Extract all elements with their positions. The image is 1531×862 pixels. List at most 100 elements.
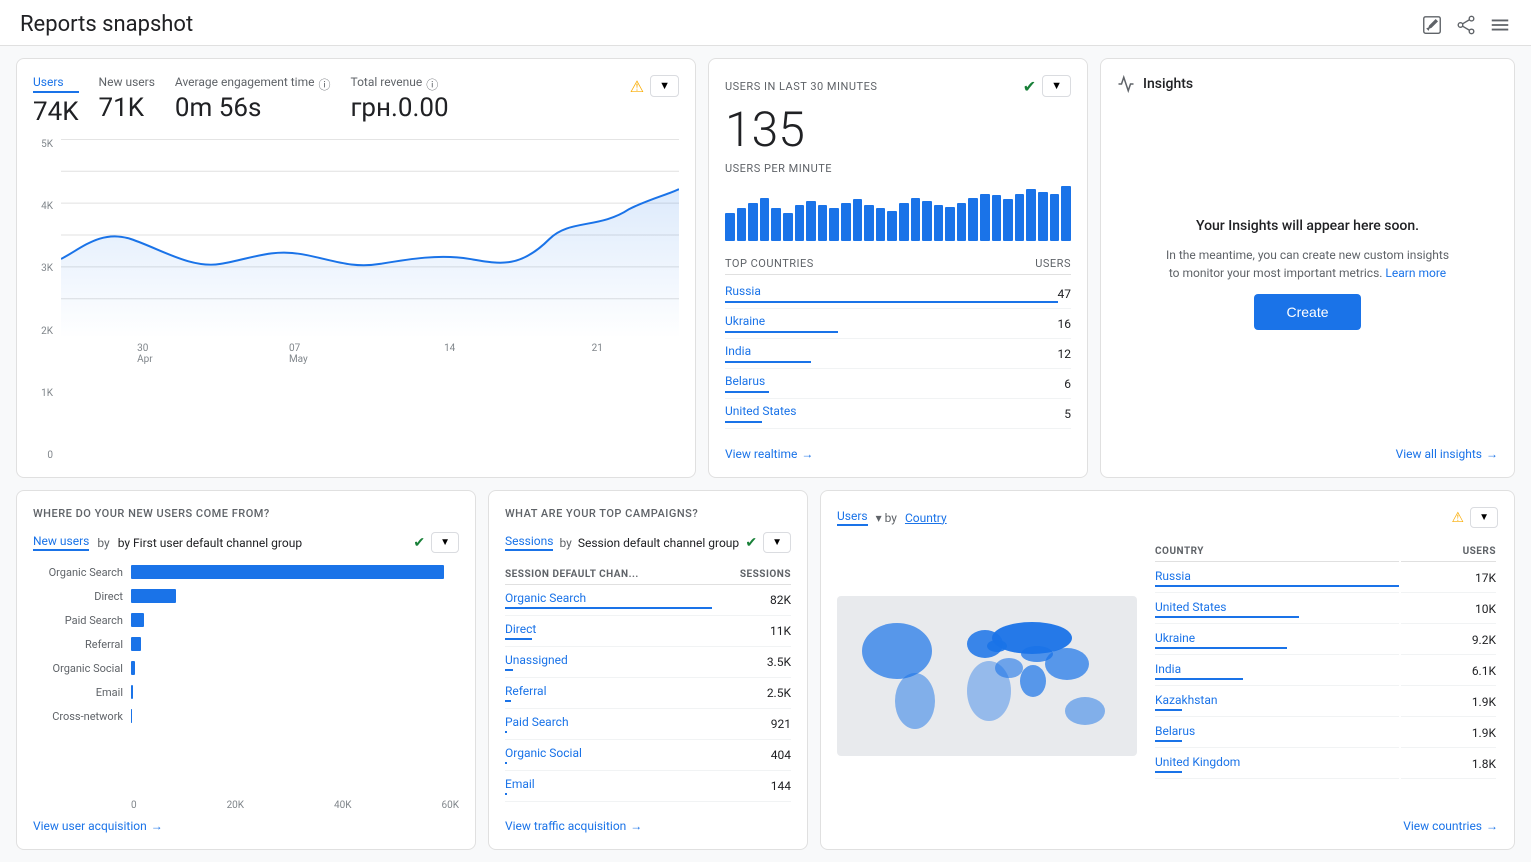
campaign-name[interactable]: Organic Social (505, 746, 582, 760)
insights-card: Insights Your Insights will appear here … (1100, 58, 1515, 478)
campaign-row: Direct 11K (505, 616, 791, 647)
country-link[interactable]: India (725, 344, 751, 358)
users-col-header: USERS (1035, 257, 1071, 270)
realtime-dropdown[interactable]: ▼ (1042, 75, 1071, 97)
metrics-dropdown[interactable]: ▼ (650, 75, 679, 97)
check-icon: ✔ (1023, 77, 1036, 96)
country-bar (725, 391, 769, 393)
realtime-bar (806, 201, 816, 241)
hbar-axis: 0 20K 40K 60K (33, 800, 459, 811)
x-label-4: 21 (592, 343, 603, 365)
campaign-value: 404 (771, 748, 791, 762)
insights-trend-icon (1117, 75, 1135, 93)
country-link[interactable]: Russia (725, 284, 761, 298)
learn-more-link[interactable]: Learn more (1385, 266, 1446, 280)
realtime-bar (887, 211, 897, 241)
campaign-name[interactable]: Direct (505, 622, 536, 636)
hbar-row: Organic Social (33, 661, 459, 675)
country-row: Russia 47 (725, 279, 1071, 309)
realtime-bar (1003, 199, 1013, 241)
campaign-value: 11K (770, 624, 791, 638)
hbar-bar-container (131, 565, 459, 579)
map-country-link[interactable]: Russia (1155, 569, 1191, 583)
realtime-bar (1050, 194, 1060, 241)
campaign-bar (505, 669, 513, 671)
view-countries-link[interactable]: View countries → (837, 811, 1498, 833)
realtime-card: USERS IN LAST 30 MINUTES ✔ ▼ 135 USERS P… (708, 58, 1088, 478)
users-label[interactable]: Users (33, 75, 79, 93)
hbar-label: Paid Search (33, 614, 123, 627)
revenue-info-icon[interactable]: ⓘ (426, 76, 438, 93)
countries-table: TOP COUNTRIES USERS Russia 47 Ukraine 16… (725, 253, 1071, 429)
map-country-row: Belarus 1.9K (1155, 719, 1496, 748)
map-country-link[interactable]: United Kingdom (1155, 755, 1240, 769)
map-country-link[interactable]: Ukraine (1155, 631, 1195, 645)
campaign-row: Unassigned 3.5K (505, 647, 791, 678)
acq-dropdown[interactable]: ▼ (431, 532, 459, 553)
users-metric: Users 74K (33, 75, 79, 127)
country-value: 12 (1058, 347, 1072, 361)
campaign-name[interactable]: Paid Search (505, 715, 569, 729)
header-actions (1421, 14, 1511, 36)
world-map (837, 540, 1137, 811)
map-country-link[interactable]: United States (1155, 600, 1226, 614)
campaign-row: Referral 2.5K (505, 678, 791, 709)
map-country-bar (1155, 616, 1299, 618)
create-button[interactable]: Create (1254, 294, 1360, 330)
campaign-name[interactable]: Email (505, 777, 535, 791)
view-acquisition-link[interactable]: View user acquisition → (33, 811, 459, 833)
realtime-bar (795, 205, 805, 241)
campaign-bar (505, 607, 712, 609)
map-country-row: Russia 17K (1155, 564, 1496, 593)
new-users-label: New users (99, 75, 155, 89)
share-icon[interactable] (1455, 14, 1477, 36)
camp-dropdown[interactable]: ▼ (763, 532, 791, 553)
campaign-name[interactable]: Unassigned (505, 653, 568, 667)
realtime-bar (899, 203, 909, 241)
view-traffic-link[interactable]: View traffic acquisition → (505, 811, 791, 833)
country-link[interactable]: Belarus (725, 374, 765, 388)
map-country-bar (1155, 709, 1182, 711)
map-country-row: United Kingdom 1.8K (1155, 750, 1496, 779)
new-users-metric: New users 71K (99, 75, 155, 123)
view-all-insights-link[interactable]: View all insights → (1117, 439, 1498, 461)
users-metric-label[interactable]: Users (837, 509, 868, 526)
realtime-bar-chart (725, 181, 1071, 241)
new-users-subtitle[interactable]: New users (33, 534, 89, 551)
country-bar (725, 301, 1058, 303)
sessions-label[interactable]: Sessions (505, 534, 553, 551)
realtime-bar (911, 198, 921, 241)
map-country-bar (1155, 585, 1399, 587)
campaign-value: 82K (770, 593, 791, 607)
map-country-value: 9.2K (1472, 633, 1496, 647)
realtime-bar (1015, 194, 1025, 241)
country-bar (725, 361, 811, 363)
map-country-link[interactable]: India (1155, 662, 1181, 676)
campaign-name[interactable]: Referral (505, 684, 547, 698)
realtime-bar (771, 208, 781, 241)
engagement-info-icon[interactable]: ⓘ (318, 76, 330, 93)
countries-dropdown[interactable]: ▼ (1470, 507, 1498, 528)
campaign-name[interactable]: Organic Search (505, 591, 586, 605)
revenue-label: Total revenue (351, 75, 423, 89)
map-country-bar (1155, 678, 1243, 680)
map-country-link[interactable]: Belarus (1155, 724, 1195, 738)
acq-check-icon: ✔ (413, 535, 425, 551)
country-link[interactable]: United States (725, 404, 796, 418)
session-channel-dropdown[interactable]: Session default channel group (578, 536, 739, 550)
realtime-bar (992, 195, 1002, 241)
more-icon[interactable] (1489, 14, 1511, 36)
country-value: 47 (1058, 287, 1072, 301)
map-country-link[interactable]: Kazakhstan (1155, 693, 1218, 707)
row1: Users 74K New users 71K Average engageme… (16, 58, 1515, 478)
country-link[interactable]: Ukraine (725, 314, 765, 328)
hbar-bar (131, 661, 135, 675)
users-value: 74K (33, 97, 79, 127)
country-dimension-label[interactable]: Country (905, 511, 947, 525)
edit-icon[interactable] (1421, 14, 1443, 36)
map-country-row: Kazakhstan 1.9K (1155, 688, 1496, 717)
view-realtime-link[interactable]: View realtime → (725, 439, 1071, 461)
channel-group-dropdown[interactable]: by First user default channel group (118, 536, 302, 550)
arrow-right-acq: → (151, 819, 163, 833)
map-countries-table: COUNTRY USERS Russia 17K United States 1… (1153, 540, 1498, 781)
